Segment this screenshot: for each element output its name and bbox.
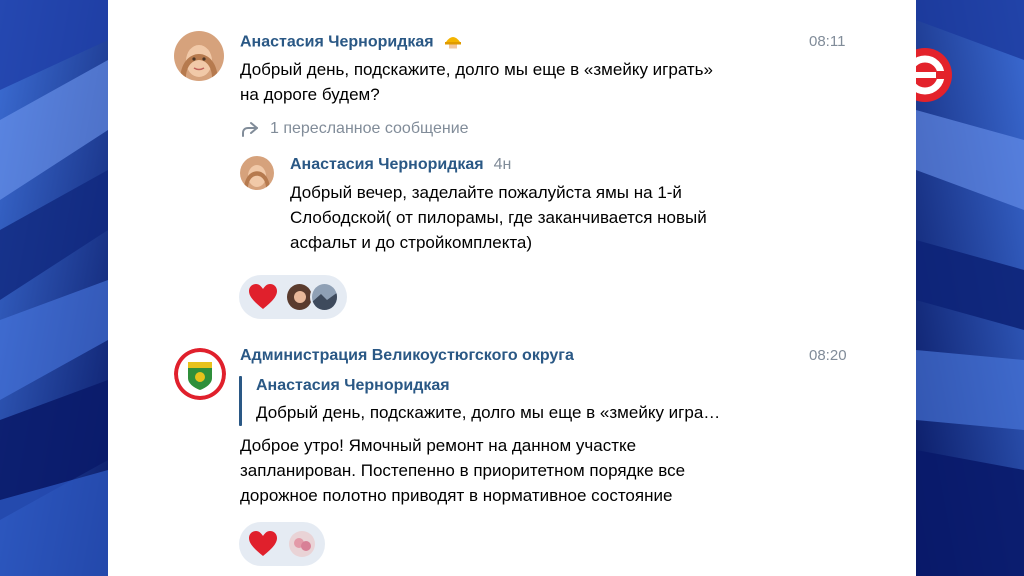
author-name[interactable]: Анастасия Черноридкая — [240, 34, 434, 51]
text-line: Добрый вечер, заделайте пожалуйста ямы н… — [290, 183, 682, 202]
left-backdrop — [0, 0, 108, 576]
message-time: 08:11 — [809, 33, 846, 50]
organization-avatar[interactable] — [174, 348, 226, 400]
reply-author[interactable]: Анастасия Черноридкая — [256, 377, 450, 395]
forwarded-label: 1 пересланное сообщение — [270, 120, 469, 137]
message-time: 08:20 — [809, 347, 847, 364]
reactor-avatar[interactable] — [287, 529, 317, 559]
forwarded-author[interactable]: Анастасия Черноридкая 4н — [290, 156, 511, 174]
chat-panel: Анастасия Черноридкая 08:11 Добрый день,… — [108, 0, 916, 576]
forwarded-messages-link[interactable]: 1 пересланное сообщение — [240, 120, 469, 138]
reply-quote-bar — [239, 376, 242, 426]
text-line: на дороге будем? — [240, 85, 380, 104]
construction-worker-emoji-icon — [444, 31, 462, 54]
message-author[interactable]: Администрация Великоустюгского округа — [240, 347, 574, 365]
message-text: Добрый день, подскажите, долго мы еще в … — [240, 57, 713, 107]
forwarded-time: 4н — [493, 156, 512, 173]
forwarded-text: Добрый вечер, заделайте пожалуйста ямы н… — [290, 180, 707, 255]
text-line: запланирован. Постепенно в приоритетном … — [240, 461, 686, 480]
reply-text[interactable]: Добрый день, подскажите, долго мы еще в … — [256, 403, 720, 423]
reactions-bar[interactable] — [239, 275, 347, 319]
heart-icon[interactable] — [247, 281, 279, 313]
text-line: Слободской( от пилорамы, где заканчивает… — [290, 208, 707, 227]
heart-icon[interactable] — [247, 528, 279, 560]
text-line: Доброе утро! Ямочный ремонт на данном уч… — [240, 436, 637, 455]
text-line: асфальт и до стройкомплекта) — [290, 233, 533, 252]
message-text: Доброе утро! Ямочный ремонт на данном уч… — [240, 433, 685, 508]
forwarded-author-avatar[interactable] — [240, 156, 274, 190]
text-line: дорожное полотно приводят в нормативное … — [240, 486, 673, 505]
text-line: Добрый день, подскажите, долго мы еще в … — [240, 60, 713, 79]
share-arrow-icon — [240, 120, 260, 138]
author-avatar[interactable] — [174, 31, 224, 81]
reactor-avatar[interactable] — [310, 282, 339, 312]
forwarded-author-name[interactable]: Анастасия Черноридкая — [290, 156, 484, 173]
reactions-bar[interactable] — [239, 522, 325, 566]
message-author[interactable]: Анастасия Черноридкая — [240, 31, 462, 54]
